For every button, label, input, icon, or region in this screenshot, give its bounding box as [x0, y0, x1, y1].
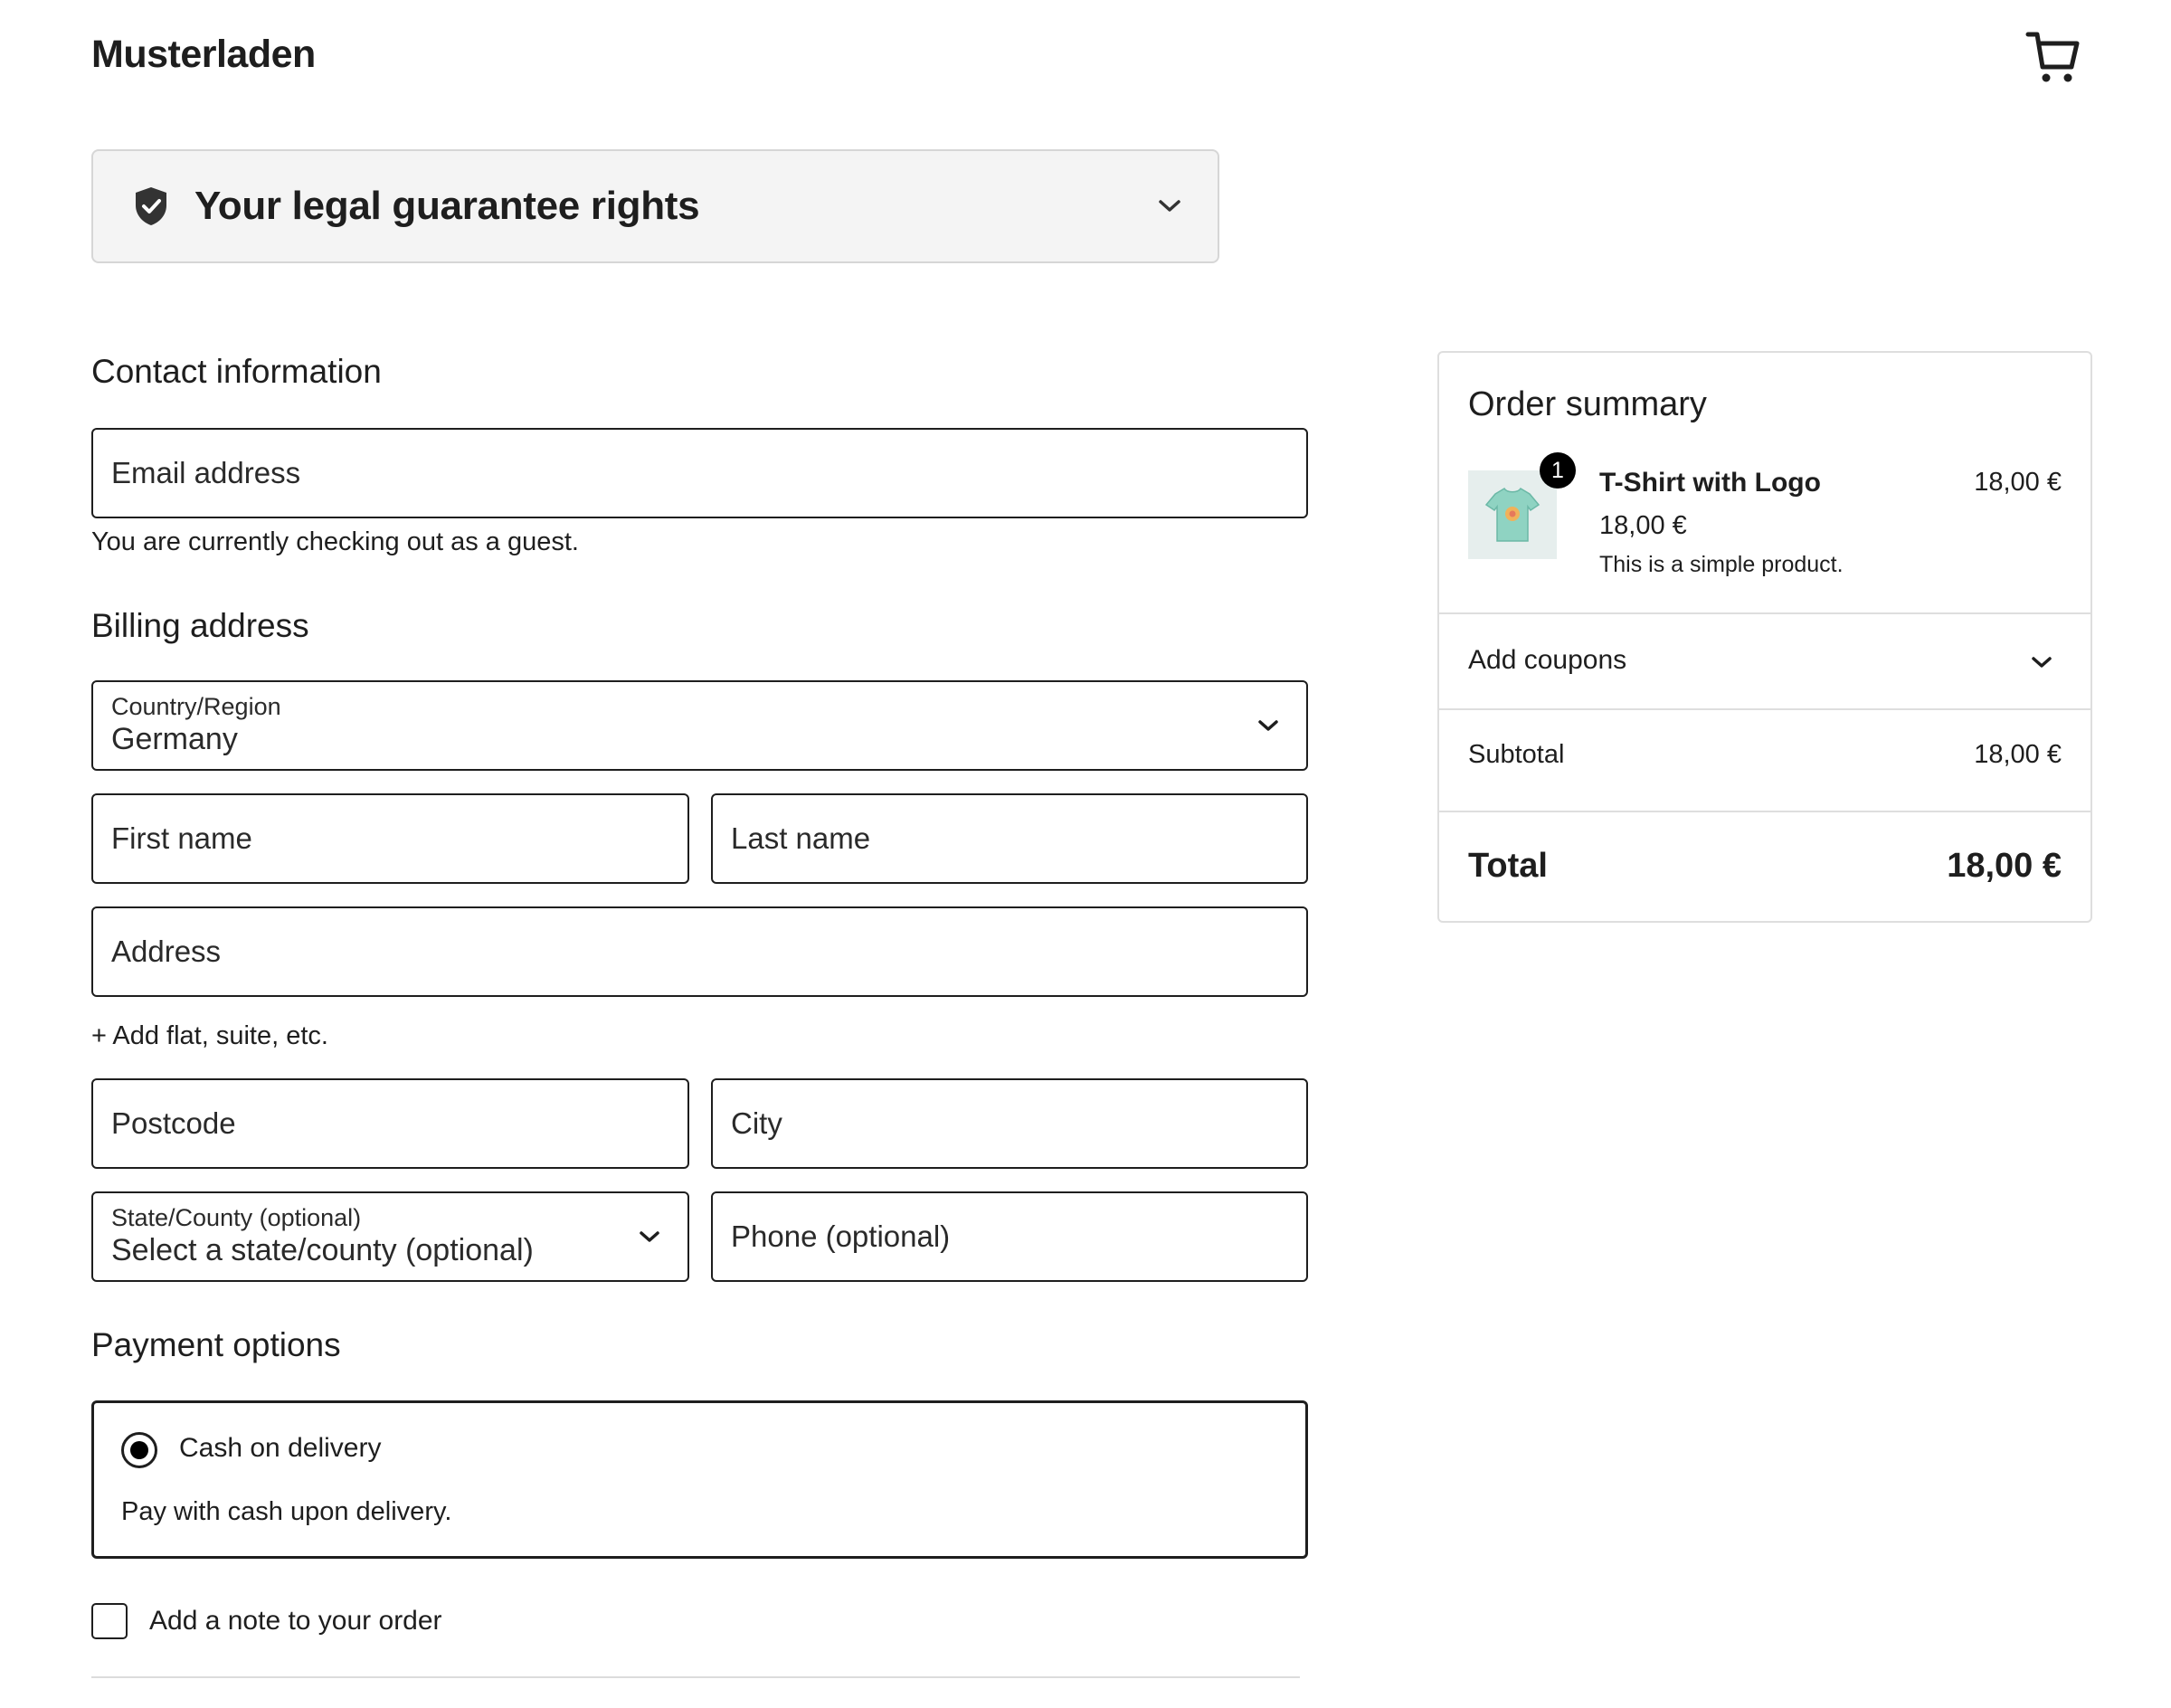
product-name[interactable]: T-Shirt with Logo [1599, 468, 1821, 498]
cod-label: Cash on delivery [179, 1433, 382, 1463]
address-field[interactable]: Address [91, 906, 1308, 997]
total-label: Total [1468, 847, 1548, 885]
billing-heading: Billing address [91, 607, 309, 644]
legal-guarantee-accordion[interactable]: Your legal guarantee rights [91, 149, 1219, 263]
city-field[interactable]: City [711, 1078, 1308, 1169]
first-name-label: First name [111, 821, 252, 855]
cod-radio[interactable] [121, 1432, 157, 1468]
tshirt-icon [1484, 487, 1541, 542]
email-label: Email address [111, 456, 301, 489]
address-label: Address [111, 935, 222, 968]
email-field[interactable]: Email address [91, 428, 1308, 518]
product-description: This is a simple product. [1599, 552, 1844, 577]
contact-heading: Contact information [91, 353, 382, 390]
country-value: Germany [111, 722, 238, 757]
last-name-field[interactable]: Last name [711, 793, 1308, 884]
add-coupons-toggle[interactable]: Add coupons [1439, 614, 2090, 708]
shield-check-icon [136, 187, 166, 225]
add-coupons-label: Add coupons [1468, 645, 1627, 675]
subtotal-value: 18,00 € [1974, 740, 2062, 769]
subtotal-label: Subtotal [1468, 740, 1565, 769]
guarantee-title: Your legal guarantee rights [194, 184, 700, 228]
country-label: Country/Region [111, 693, 281, 721]
summary-separator [1439, 708, 2090, 710]
postcode-label: Postcode [111, 1106, 236, 1140]
postcode-field[interactable]: Postcode [91, 1078, 689, 1169]
order-summary-panel: Order summary 1 T-Shirt with Logo 18,00 … [1437, 351, 2092, 923]
product-thumbnail [1468, 470, 1557, 559]
section-divider [91, 1676, 1300, 1678]
last-name-label: Last name [731, 821, 871, 855]
phone-field[interactable]: Phone (optional) [711, 1191, 1308, 1282]
summary-separator [1439, 811, 2090, 812]
chevron-down-icon [1258, 720, 1278, 731]
add-flat-link[interactable]: + Add flat, suite, etc. [91, 1021, 328, 1051]
cart-button[interactable] [2024, 27, 2082, 85]
state-label: State/County (optional) [111, 1204, 362, 1232]
product-line-total: 18,00 € [1974, 468, 2062, 497]
state-select[interactable]: State/County (optional) Select a state/c… [91, 1191, 689, 1282]
first-name-field[interactable]: First name [91, 793, 689, 884]
chevron-down-icon [640, 1231, 659, 1242]
city-label: City [731, 1106, 782, 1140]
country-select[interactable]: Country/Region Germany [91, 680, 1308, 771]
payment-heading: Payment options [91, 1326, 341, 1363]
order-note-checkbox[interactable] [91, 1603, 128, 1639]
total-value: 18,00 € [1947, 847, 2062, 885]
phone-label: Phone (optional) [731, 1219, 951, 1253]
summary-heading: Order summary [1468, 385, 1707, 423]
chevron-down-icon [2032, 657, 2052, 668]
chevron-down-icon [1159, 200, 1180, 212]
order-note-label[interactable]: Add a note to your order [149, 1606, 442, 1637]
guest-note: You are currently checking out as a gues… [91, 527, 579, 556]
state-value: Select a state/county (optional) [111, 1233, 534, 1268]
radio-selected-dot [130, 1441, 148, 1459]
cart-icon [2025, 32, 2080, 82]
cod-description: Pay with cash upon delivery. [121, 1497, 452, 1526]
store-brand[interactable]: Musterladen [91, 33, 316, 77]
product-price: 18,00 € [1599, 511, 1687, 540]
quantity-badge: 1 [1540, 452, 1576, 489]
payment-option-cod[interactable]: Cash on delivery Pay with cash upon deli… [91, 1400, 1308, 1559]
